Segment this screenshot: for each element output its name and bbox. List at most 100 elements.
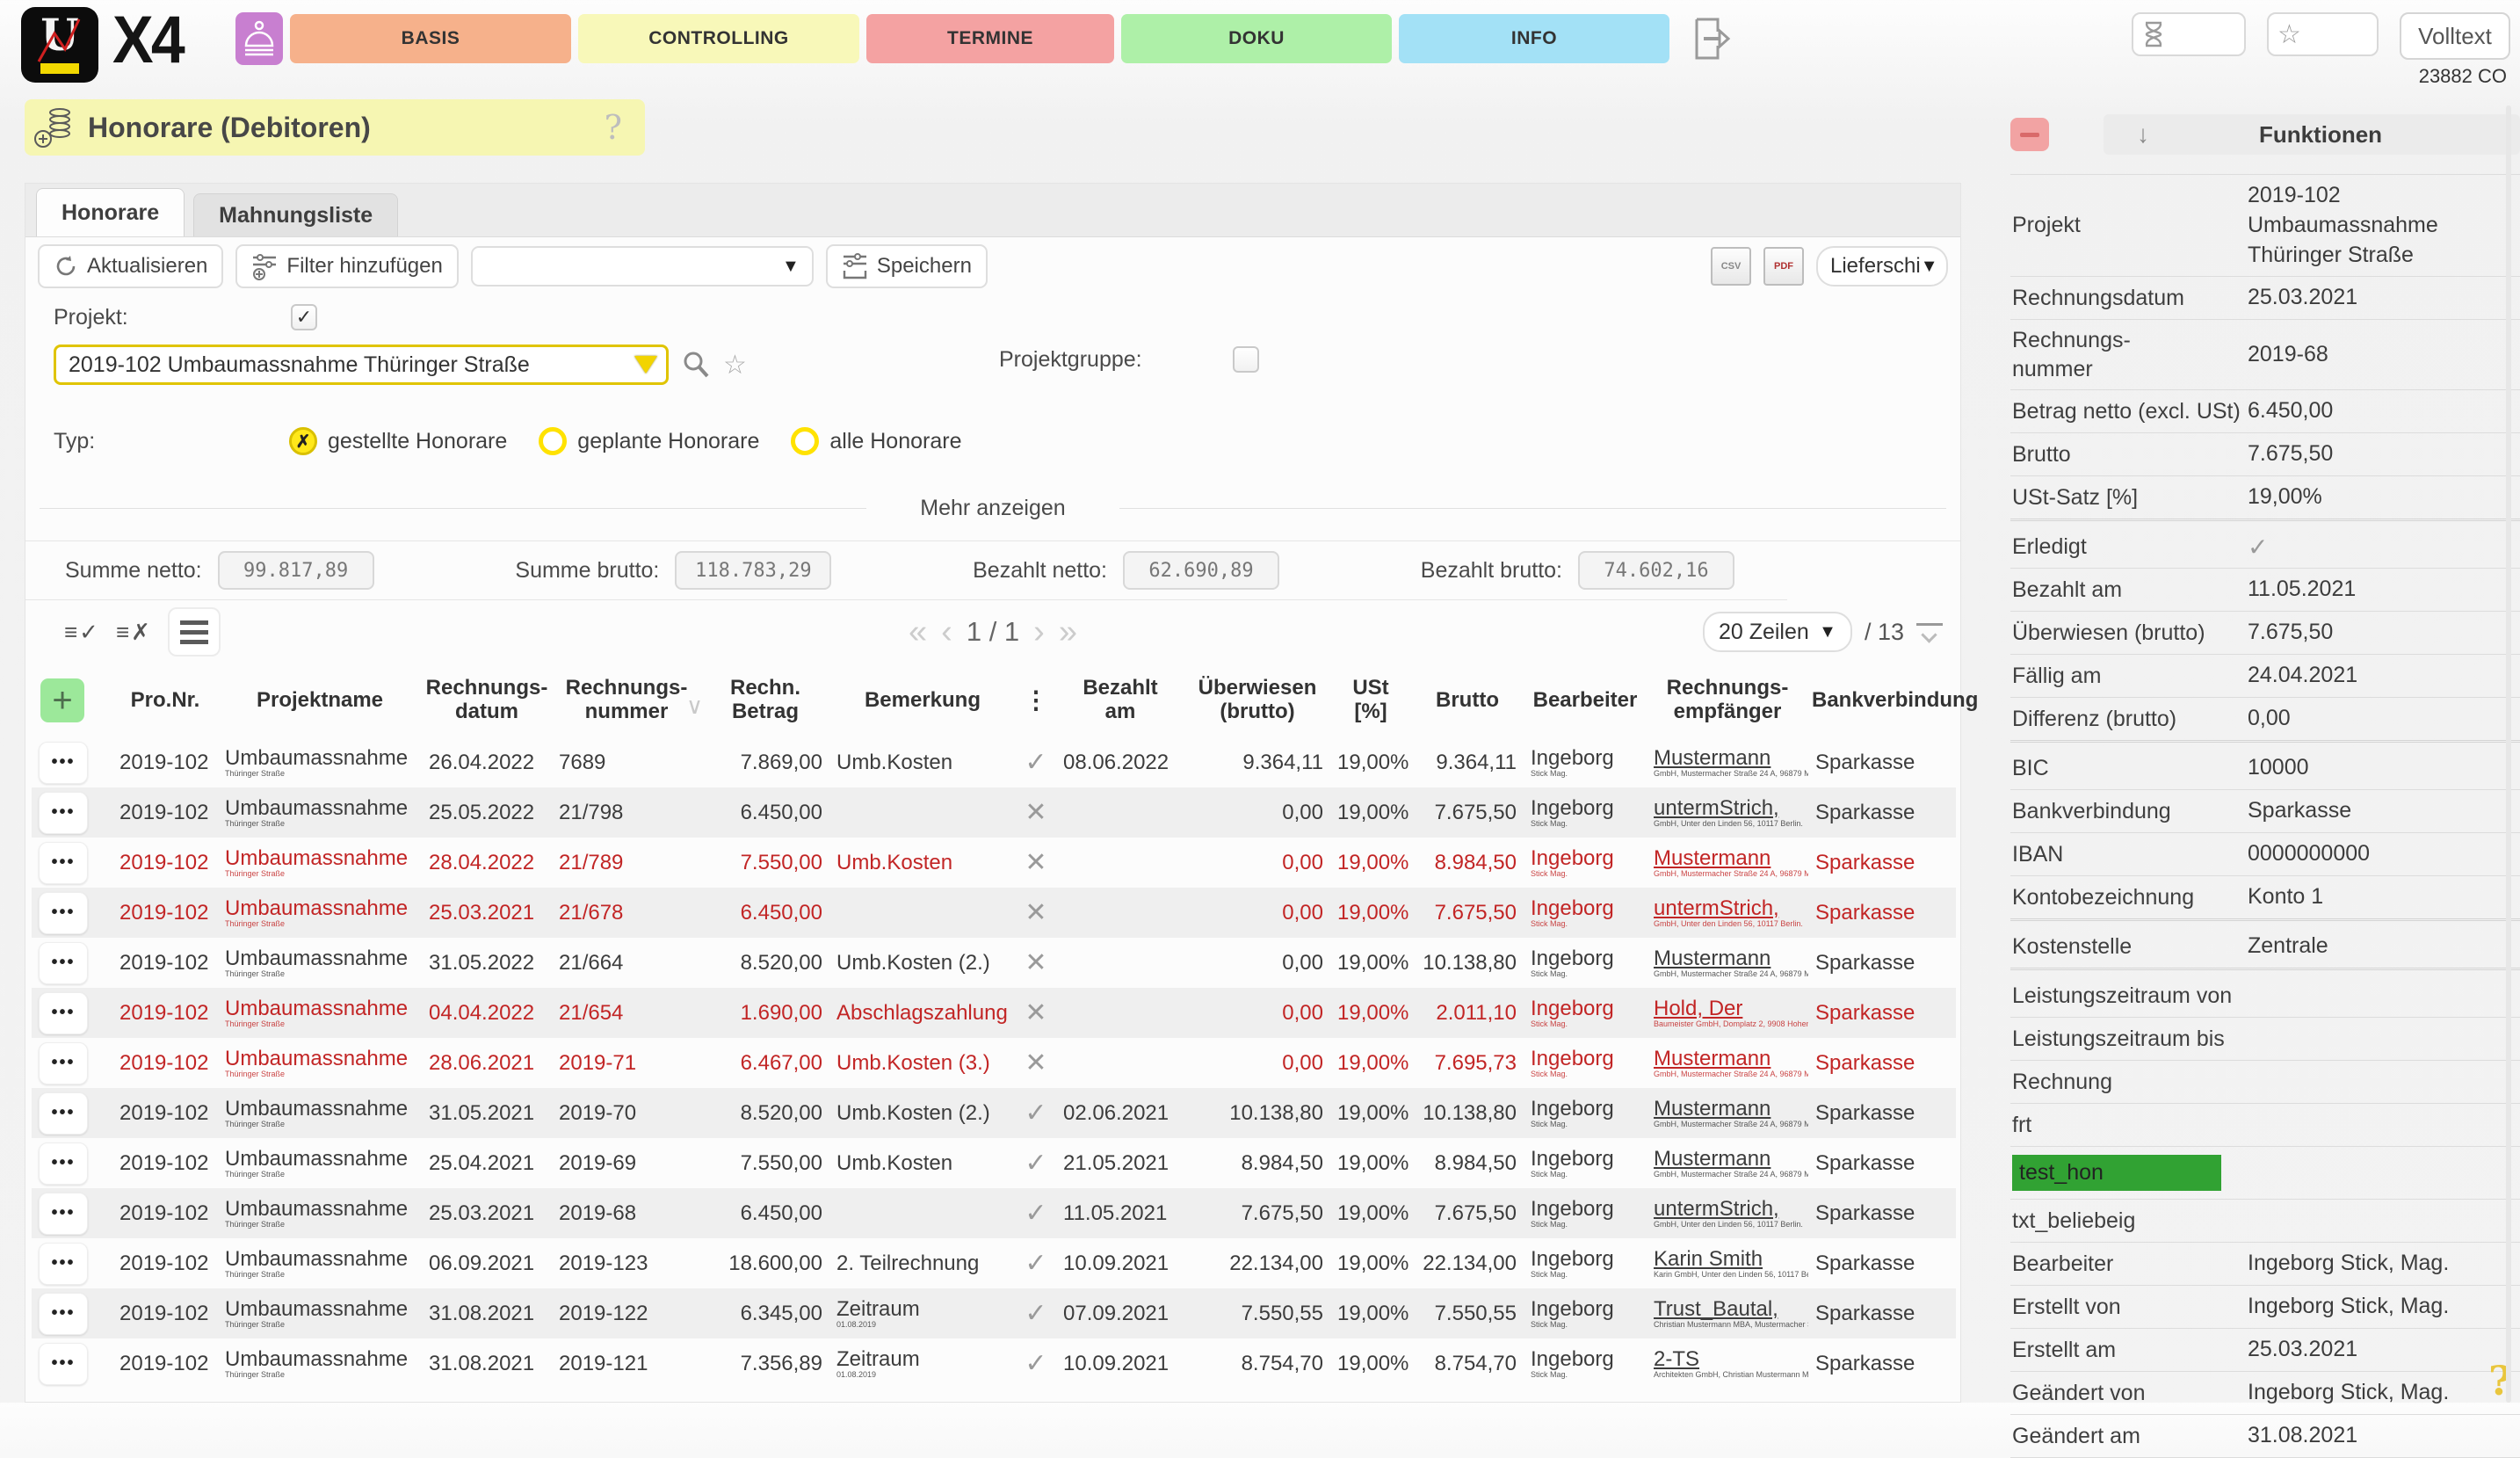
row-menu-button[interactable]: ••• (39, 1092, 88, 1135)
favorites-input[interactable]: ☆ (2267, 12, 2379, 56)
row-menu-button[interactable]: ••• (39, 1142, 88, 1185)
recipient-link[interactable]: Hold, Der (1654, 997, 1801, 1019)
cell-bank: Sparkasse (1808, 787, 1956, 838)
col-header-paid_on[interactable]: Bezahlt am (1056, 664, 1184, 737)
table-row[interactable]: •••2019-102UmbaumassnahmeThüringer Straß… (32, 1088, 1956, 1138)
collapse-icon[interactable] (1916, 623, 1943, 642)
row-menu-button[interactable]: ••• (39, 992, 88, 1034)
recipient-link[interactable]: Karin Smith (1654, 1248, 1801, 1270)
recipient-link[interactable]: Mustermann (1654, 947, 1801, 969)
table-row[interactable]: •••2019-102UmbaumassnahmeThüringer Straß… (32, 1338, 1956, 1389)
summary-pair: Bezahlt brutto:74.602,16 (1421, 551, 1734, 590)
recipient-link[interactable]: 2-TS (1654, 1348, 1801, 1370)
col-header-vat[interactable]: USt [%] (1330, 664, 1411, 737)
project-select[interactable]: 2019-102 Umbaumassnahme Thüringer Straße (54, 345, 669, 385)
table-menu-button[interactable] (168, 607, 221, 656)
table-row[interactable]: •••2019-102UmbaumassnahmeThüringer Straß… (32, 938, 1956, 988)
table-row[interactable]: •••2019-102UmbaumassnahmeThüringer Straß… (32, 1238, 1956, 1288)
col-header-date[interactable]: Rechnungs- datum (422, 664, 552, 737)
recipient-link[interactable]: untermStrich, (1654, 897, 1801, 919)
col-header-label: Bezahlt am (1083, 677, 1157, 724)
last-page-button[interactable]: » (1059, 613, 1077, 651)
project-checkbox[interactable]: ✓ (291, 304, 317, 330)
row-menu-button[interactable]: ••• (39, 1193, 88, 1235)
table-row[interactable]: •••2019-102UmbaumassnahmeThüringer Straß… (32, 838, 1956, 888)
show-more-link[interactable]: Mehr anzeigen (904, 496, 1081, 520)
nav-tab-doku[interactable]: DOKU (1121, 14, 1392, 63)
nav-tab-info[interactable]: INFO (1399, 14, 1669, 63)
cell-main: Ingeborg (1531, 1098, 1640, 1120)
row-menu-button[interactable]: ••• (39, 1042, 88, 1084)
col-header-note[interactable]: Bemerkung (829, 664, 1016, 737)
projectgroup-checkbox[interactable] (1233, 346, 1259, 373)
deselect-all-icon[interactable]: ≡✗ (116, 619, 152, 646)
prev-page-button[interactable]: ‹ (941, 613, 952, 651)
radio-gestellte[interactable]: ✗ (289, 427, 317, 455)
table-row[interactable]: •••2019-102UmbaumassnahmeThüringer Straß… (32, 787, 1956, 838)
row-menu-button[interactable]: ••• (39, 1243, 88, 1285)
recipient-link[interactable]: Mustermann (1654, 747, 1801, 769)
recipient-link[interactable]: Trust_Bautal, (1654, 1298, 1801, 1320)
radio-alle[interactable] (791, 427, 819, 455)
add-row-button[interactable]: + (40, 678, 84, 722)
table-row[interactable]: •••2019-102UmbaumassnahmeThüringer Straß… (32, 737, 1956, 787)
table-row[interactable]: •••2019-102UmbaumassnahmeThüringer Straß… (32, 1288, 1956, 1338)
table-row[interactable]: •••2019-102UmbaumassnahmeThüringer Straß… (32, 1138, 1956, 1188)
tab-mahnungsliste[interactable]: Mahnungsliste (193, 193, 398, 236)
add-filter-button[interactable]: Filter hinzufügen (235, 244, 458, 288)
row-menu-button[interactable]: ••• (39, 742, 88, 784)
next-page-button[interactable]: › (1033, 613, 1045, 651)
recipient-link[interactable]: Mustermann (1654, 1098, 1801, 1120)
nav-tab-termine[interactable]: TERMINE (866, 14, 1114, 63)
scrollbar[interactable] (2506, 105, 2511, 1403)
help-icon[interactable]: ? (605, 108, 622, 147)
logout-button[interactable] (1691, 16, 1732, 62)
recipient-link[interactable]: untermStrich, (1654, 1198, 1801, 1220)
save-button[interactable]: Speichern (826, 244, 988, 288)
col-header-bank[interactable]: Bankverbindung (1808, 664, 1956, 737)
row-menu-button[interactable]: ••• (39, 942, 88, 984)
recipient-link[interactable]: untermStrich, (1654, 797, 1801, 819)
row-menu-button[interactable]: ••• (39, 1343, 88, 1385)
table-row[interactable]: •••2019-102UmbaumassnahmeThüringer Straß… (32, 1038, 1956, 1088)
recipient-link[interactable]: Mustermann (1654, 847, 1801, 869)
collapse-sidebar-button[interactable] (2010, 118, 2049, 151)
rows-per-page-select[interactable]: 20 Zeilen ▼ (1703, 612, 1852, 652)
table-row[interactable]: •••2019-102UmbaumassnahmeThüringer Straß… (32, 988, 1956, 1038)
export-pdf-button[interactable]: PDF (1763, 247, 1804, 286)
col-header-label: Überwiesen (brutto) (1198, 677, 1317, 724)
col-header-pro_nr[interactable]: Pro.Nr. (112, 664, 218, 737)
col-header-editor[interactable]: Bearbeiter (1524, 664, 1647, 737)
col-header-status[interactable]: ⋮ (1016, 664, 1056, 737)
nav-tab-basis[interactable]: BASIS (290, 14, 571, 63)
quick-time-input[interactable] (2132, 12, 2246, 56)
first-page-button[interactable]: « (909, 613, 927, 651)
row-menu-button[interactable]: ••• (39, 792, 88, 834)
report-select[interactable]: Lieferschi ▼ (1816, 246, 1948, 287)
row-menu-button[interactable]: ••• (39, 1293, 88, 1335)
col-header-gross[interactable]: Brutto (1411, 664, 1524, 737)
table-row[interactable]: •••2019-102UmbaumassnahmeThüringer Straß… (32, 1188, 1956, 1238)
table-row[interactable]: •••2019-102UmbaumassnahmeThüringer Straß… (32, 888, 1956, 938)
col-header-project[interactable]: Projektname (218, 664, 422, 737)
functions-button[interactable]: ↓ Funktionen (2104, 114, 2520, 155)
export-csv-button[interactable]: CSV (1711, 247, 1751, 286)
search-icon[interactable] (681, 350, 711, 380)
tab-honorare[interactable]: Honorare (36, 188, 185, 236)
select-all-icon[interactable]: ≡✓ (64, 619, 100, 646)
nav-tab-controlling[interactable]: CONTROLLING (578, 14, 859, 63)
recipient-link[interactable]: Mustermann (1654, 1148, 1801, 1170)
favorite-star-icon[interactable]: ☆ (723, 350, 747, 381)
volltext-button[interactable]: Volltext (2400, 12, 2510, 60)
saved-filter-select[interactable]: ▼ (471, 246, 814, 287)
app-menu-button[interactable] (235, 12, 283, 65)
radio-geplante[interactable] (539, 427, 567, 455)
row-menu-button[interactable]: ••• (39, 892, 88, 934)
refresh-button[interactable]: Aktualisieren (38, 244, 223, 288)
col-header-number[interactable]: Rechnungs- nummer∨ (552, 664, 701, 737)
col-header-transferred[interactable]: Überwiesen (brutto) (1184, 664, 1330, 737)
col-header-amount[interactable]: Rechn. Betrag (701, 664, 829, 737)
col-header-recipient[interactable]: Rechnungs- empfänger (1647, 664, 1808, 737)
row-menu-button[interactable]: ••• (39, 842, 88, 884)
recipient-link[interactable]: Mustermann (1654, 1048, 1801, 1070)
